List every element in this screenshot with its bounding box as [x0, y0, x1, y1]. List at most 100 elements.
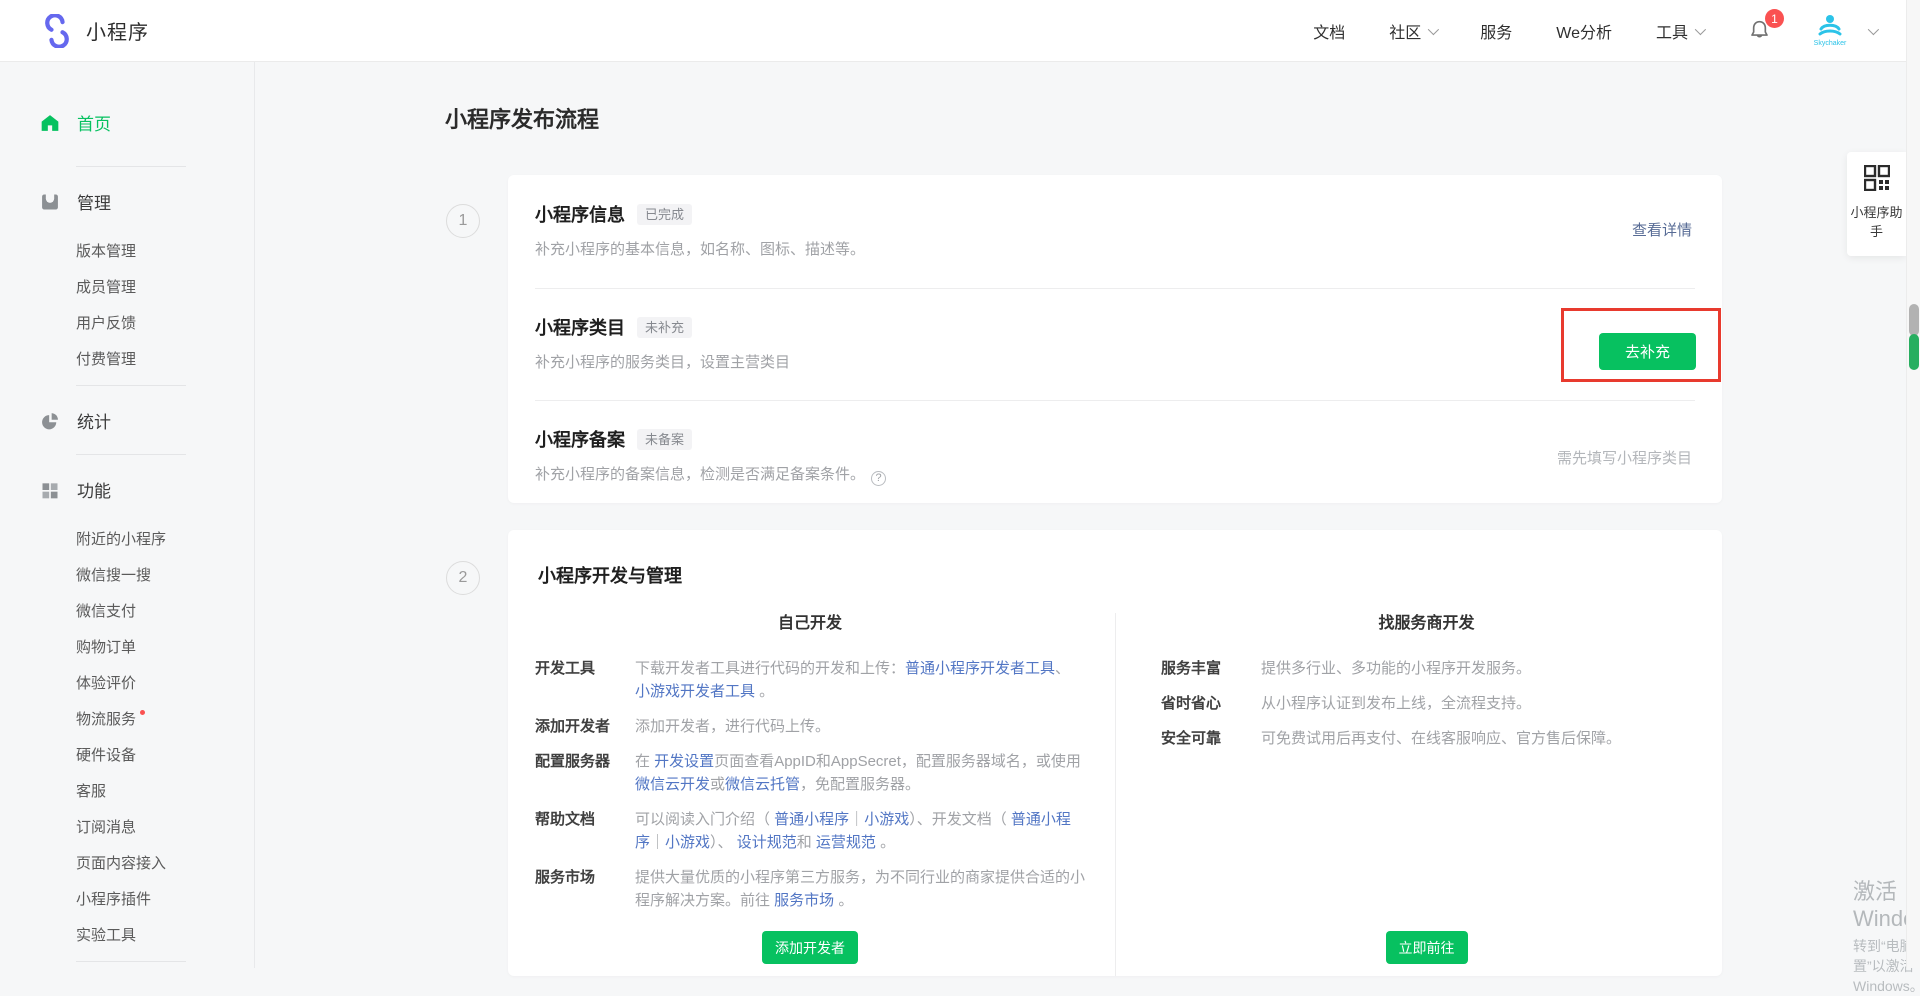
sidebar-features-list: 附近的小程序微信搜一搜微信支付购物订单体验评价物流服务硬件设备客服订阅消息页面内…	[40, 529, 254, 946]
main-content: 小程序发布流程 1 2 小程序信息 已完成 补充小程序的基本信息，如名称、图标、…	[255, 62, 1920, 968]
notification-bell-button[interactable]: 1	[1747, 18, 1772, 43]
sidebar-item-hardware-devices[interactable]: 硬件设备	[76, 745, 254, 766]
vendor-develop-rows: 服务丰富提供多行业、多功能的小程序开发服务。省时省心从小程序认证到发布上线，全流…	[1161, 657, 1692, 762]
nav-item-service[interactable]: 服务	[1480, 19, 1512, 43]
info-row-text: 可免费试用后再支付、在线客服响应、官方售后保障。	[1261, 727, 1621, 750]
sidebar-item-version-management[interactable]: 版本管理	[76, 241, 254, 262]
row-description: 补充小程序的服务类目，设置主营类目	[535, 351, 1692, 372]
text-link[interactable]: 设计规范	[737, 834, 797, 851]
account-chevron-down-icon[interactable]	[1868, 23, 1879, 34]
sidebar-item-payment-management[interactable]: 付费管理	[76, 349, 254, 370]
new-indicator-dot	[140, 710, 145, 715]
sidebar-item-subscribe-message[interactable]: 订阅消息	[76, 817, 254, 838]
text-link[interactable]: 普通小程序	[774, 811, 849, 828]
sidebar-item-label: 实验工具	[76, 927, 136, 944]
text-link[interactable]: 运营规范	[816, 834, 876, 851]
avatar-caption: Skychaker	[1814, 40, 1847, 48]
nav-item-we-analytics[interactable]: We分析	[1556, 19, 1612, 43]
add-developer-button[interactable]: 添加开发者	[762, 931, 858, 964]
page-title: 小程序发布流程	[445, 102, 599, 134]
header-nav: 文档 社区 服务 We分析 工具	[1313, 19, 1747, 43]
top-navbar: 小程序 文档 社区 服务 We分析 工具 1 Skychaker	[0, 0, 1920, 62]
sidebar-item-label: 付费管理	[76, 351, 136, 368]
sidebar-item-label: 订阅消息	[76, 819, 136, 836]
nav-item-label: 工具	[1656, 19, 1688, 43]
text-link[interactable]: 微信云开发	[635, 776, 710, 793]
sidebar-item-label: 小程序插件	[76, 891, 151, 908]
sidebar-group-label: 管理	[77, 189, 111, 214]
info-row-save-time: 省时省心从小程序认证到发布上线，全流程支持。	[1161, 692, 1692, 715]
sidebar-item-member-management[interactable]: 成员管理	[76, 277, 254, 298]
column-header: 找服务商开发	[1161, 613, 1692, 635]
info-row-dev-tools: 开发工具下载开发者工具进行代码的开发和上传：普通小程序开发者工具、 小游戏开发者…	[535, 657, 1085, 703]
sidebar-item-miniprogram-plugin[interactable]: 小程序插件	[76, 889, 254, 910]
info-row-label: 开发工具	[535, 657, 635, 703]
sidebar-item-shopping-orders[interactable]: 购物订单	[76, 637, 254, 658]
status-badge: 未备案	[637, 429, 692, 450]
sidebar-divider	[76, 454, 186, 455]
text-link[interactable]: 小游戏	[864, 811, 909, 828]
sidebar-item-label: 硬件设备	[76, 747, 136, 764]
sidebar-item-logistics-service[interactable]: 物流服务	[76, 709, 254, 730]
sidebar-item-user-feedback[interactable]: 用户反馈	[76, 313, 254, 334]
sidebar-item-experience-rating[interactable]: 体验评价	[76, 673, 254, 694]
info-row-label: 帮助文档	[535, 808, 635, 854]
pie-chart-icon	[40, 411, 60, 431]
text-link[interactable]: 服务市场	[774, 892, 834, 909]
row-miniprogram-category: 小程序类目 未补充 补充小程序的服务类目，设置主营类目 去补充	[508, 288, 1722, 400]
nav-item-tools[interactable]: 工具	[1656, 19, 1703, 43]
info-row-text: 在 开发设置页面查看AppID和AppSecret，配置服务器域名，或使用微信云…	[635, 750, 1085, 796]
sidebar-item-label: 客服	[76, 783, 106, 800]
sidebar-item-customer-service[interactable]: 客服	[76, 781, 254, 802]
go-now-button[interactable]: 立即前往	[1386, 931, 1468, 964]
nav-item-label: 服务	[1480, 19, 1512, 43]
info-row-text: 下载开发者工具进行代码的开发和上传：普通小程序开发者工具、 小游戏开发者工具 。	[635, 657, 1085, 703]
scrollbar-thumb[interactable]	[1909, 304, 1919, 336]
text-link[interactable]: 微信云托管	[725, 776, 800, 793]
miniprogram-assistant-widget[interactable]: 小程序助手	[1847, 152, 1906, 256]
info-row-label: 省时省心	[1161, 692, 1261, 715]
text-link[interactable]: 小游戏	[665, 834, 710, 851]
sidebar-item-label: 用户反馈	[76, 315, 136, 332]
sidebar-item-label: 页面内容接入	[76, 855, 166, 872]
sidebar-item-label: 首页	[77, 110, 111, 135]
step-1-number: 1	[446, 204, 480, 238]
step-2-card: 小程序开发与管理 自己开发 开发工具下载开发者工具进行代码的开发和上传：普通小程…	[508, 530, 1722, 976]
info-row-text: 提供多行业、多功能的小程序开发服务。	[1261, 657, 1531, 680]
status-badge: 已完成	[637, 204, 692, 225]
text-link[interactable]: 开发设置	[654, 753, 714, 770]
sidebar-item-label: 成员管理	[76, 279, 136, 296]
info-row-text: 可以阅读入门介绍（ 普通小程序｜小游戏）、开发文档（ 普通小程序｜小游戏）、 设…	[635, 808, 1085, 854]
text-link[interactable]: 小游戏开发者工具	[635, 683, 755, 700]
sidebar-item-nearby-miniprogram[interactable]: 附近的小程序	[76, 529, 254, 550]
card-title: 小程序开发与管理	[508, 530, 1722, 589]
sidebar-item-label: 体验评价	[76, 675, 136, 692]
grid-icon	[40, 480, 60, 500]
sidebar-item-experiment-tools[interactable]: 实验工具	[76, 925, 254, 946]
sidebar-item-wechat-search[interactable]: 微信搜一搜	[76, 565, 254, 586]
sidebar-divider	[76, 961, 186, 962]
sidebar-item-label: 购物订单	[76, 639, 136, 656]
account-avatar[interactable]: Skychaker	[1808, 13, 1852, 48]
step-2-number: 2	[446, 561, 480, 595]
logo-text: 小程序	[86, 16, 149, 45]
miniprogram-logo[interactable]: 小程序	[40, 14, 149, 48]
sidebar-item-label: 微信搜一搜	[76, 567, 151, 584]
sidebar-item-page-content-access[interactable]: 页面内容接入	[76, 853, 254, 874]
text-link[interactable]: 普通小程序开发者工具	[905, 660, 1055, 677]
info-row-label: 配置服务器	[535, 750, 635, 796]
info-row-text: 从小程序认证到发布上线，全流程支持。	[1261, 692, 1531, 715]
go-complete-button[interactable]: 去补充	[1599, 333, 1696, 370]
notification-count-badge: 1	[1765, 9, 1784, 28]
sidebar-group-features[interactable]: 功能	[40, 477, 254, 502]
sidebar-group-statistics[interactable]: 统计	[40, 408, 254, 433]
nav-item-docs[interactable]: 文档	[1313, 19, 1345, 43]
sidebar-item-home[interactable]: 首页	[40, 110, 254, 135]
sidebar-group-management[interactable]: 管理	[40, 189, 254, 214]
sidebar-item-wechat-pay[interactable]: 微信支付	[76, 601, 254, 622]
scrollbar-green-marker[interactable]	[1909, 334, 1919, 370]
help-icon[interactable]: ?	[871, 471, 886, 486]
view-details-link[interactable]: 查看详情	[1632, 219, 1692, 240]
nav-item-community[interactable]: 社区	[1389, 19, 1436, 43]
info-row-service-market: 服务市场提供大量优质的小程序第三方服务，为不同行业的商家提供合适的小程序解决方案…	[535, 866, 1085, 912]
